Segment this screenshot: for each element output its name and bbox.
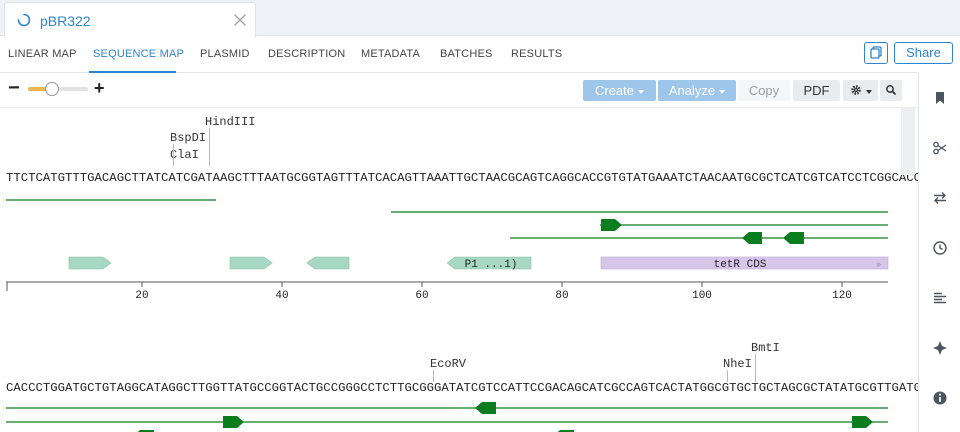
chevron-down-icon	[865, 89, 872, 94]
target-crosshair-icon[interactable]	[931, 339, 949, 357]
settings-dropdown-button[interactable]	[843, 80, 878, 101]
tab-description[interactable]: DESCRIPTION	[268, 48, 345, 60]
ruler-tick-label: 120	[832, 290, 852, 302]
vertical-scrollbar-thumb[interactable]	[901, 107, 915, 175]
scissors-icon[interactable]	[931, 139, 949, 157]
promoter-feature[interactable]	[229, 256, 273, 270]
start-codon-marker[interactable]	[783, 232, 804, 244]
sequence-map-viewer[interactable]: HindIII BspDI ClaI TTCTCATGTTTGACAGCTTAT…	[0, 107, 918, 432]
zoom-slider[interactable]	[28, 82, 88, 96]
ruler-ticks: 20 40 60 80 100 120	[135, 282, 852, 302]
ruler-tick-label: 80	[555, 290, 568, 302]
swap-arrows-icon[interactable]	[931, 189, 949, 207]
promoter-feature[interactable]	[306, 256, 350, 270]
cut-site-bmti[interactable]: BmtI	[751, 341, 780, 355]
create-label: Create	[594, 83, 635, 98]
duplicate-icon	[870, 46, 882, 59]
cut-site-clai[interactable]: ClaI	[170, 148, 199, 162]
continues-chevron-icon: »	[876, 259, 881, 269]
promoter-feature[interactable]	[68, 256, 112, 270]
share-button[interactable]: Share	[894, 42, 953, 64]
tab-plasmid[interactable]: PLASMID	[200, 48, 250, 60]
sequence-toolbar: − + Create Analyze Copy PDF	[0, 74, 918, 106]
file-tab-strip: pBR322	[0, 0, 960, 37]
zoom-slider-handle[interactable]	[45, 82, 59, 96]
dna-sequence-text[interactable]: CACCCTGGATGCTGTAGGCATAGGCTTGGTTATGCCGGTA…	[6, 381, 918, 395]
chevron-down-icon	[638, 89, 645, 94]
cut-site-ecorv[interactable]: EcoRV	[430, 357, 466, 371]
feature-label-p1: P1 ...1)	[465, 259, 518, 271]
feature-track-row-2	[6, 402, 888, 432]
ruler-tick-label: 100	[692, 290, 712, 302]
search-button[interactable]	[880, 80, 902, 101]
copy-button[interactable]: Copy	[738, 80, 790, 101]
feature-track-row-1: P1 ...1) tetR CDS » 20 40 60 80 100 120	[6, 199, 889, 302]
start-codon-marker[interactable]	[223, 416, 244, 428]
create-dropdown-button[interactable]: Create	[583, 80, 656, 101]
tab-linear-map[interactable]: LINEAR MAP	[8, 48, 77, 60]
feature-label-tetr: tetR CDS	[714, 259, 767, 271]
zoom-in-button[interactable]: +	[94, 78, 105, 98]
cut-site-hindiii[interactable]: HindIII	[205, 115, 255, 129]
start-codon-marker[interactable]	[475, 402, 496, 414]
ruler-tick-label: 60	[415, 290, 428, 302]
info-icon[interactable]	[931, 389, 949, 407]
loading-spinner-icon	[17, 13, 31, 27]
analyze-label: Analyze	[668, 83, 716, 98]
text-align-icon[interactable]	[931, 289, 949, 307]
cut-marker-line	[173, 144, 174, 166]
gear-icon	[850, 85, 861, 95]
file-tab-title: pBR322	[40, 13, 91, 29]
bookmark-icon[interactable]	[931, 89, 949, 107]
chevron-down-icon	[719, 89, 726, 94]
cut-marker-line	[209, 128, 210, 166]
cut-marker-line	[755, 354, 756, 382]
view-tabs: LINEAR MAP SEQUENCE MAP PLASMID DESCRIPT…	[0, 37, 953, 73]
start-codon-marker[interactable]	[742, 232, 762, 244]
zoom-out-button[interactable]: −	[8, 78, 20, 98]
history-clock-icon[interactable]	[931, 239, 949, 257]
file-tab-pbr322[interactable]: pBR322	[4, 2, 256, 37]
search-icon	[886, 85, 897, 96]
ruler-tick-label: 40	[275, 290, 288, 302]
close-tab-icon[interactable]	[231, 11, 249, 29]
right-sidebar	[918, 73, 960, 432]
analyze-dropdown-button[interactable]: Analyze	[658, 80, 736, 101]
duplicate-button[interactable]	[864, 42, 888, 64]
active-tab-indicator	[89, 71, 176, 73]
cut-site-nhei[interactable]: NheI	[723, 357, 752, 371]
tab-results[interactable]: RESULTS	[511, 48, 562, 60]
cut-site-bspdi[interactable]: BspDI	[170, 131, 206, 145]
tab-batches[interactable]: BATCHES	[440, 48, 493, 60]
ruler-tick-label: 20	[135, 290, 148, 302]
start-codon-marker[interactable]	[601, 219, 622, 231]
tab-sequence-map[interactable]: SEQUENCE MAP	[93, 48, 184, 60]
start-codon-marker[interactable]	[852, 416, 873, 428]
pdf-button[interactable]: PDF	[793, 80, 840, 101]
tab-metadata[interactable]: METADATA	[361, 48, 420, 60]
dna-sequence-text[interactable]: TTCTCATGTTTGACAGCTTATCATCGATAAGCTTTAATGC…	[6, 171, 918, 185]
